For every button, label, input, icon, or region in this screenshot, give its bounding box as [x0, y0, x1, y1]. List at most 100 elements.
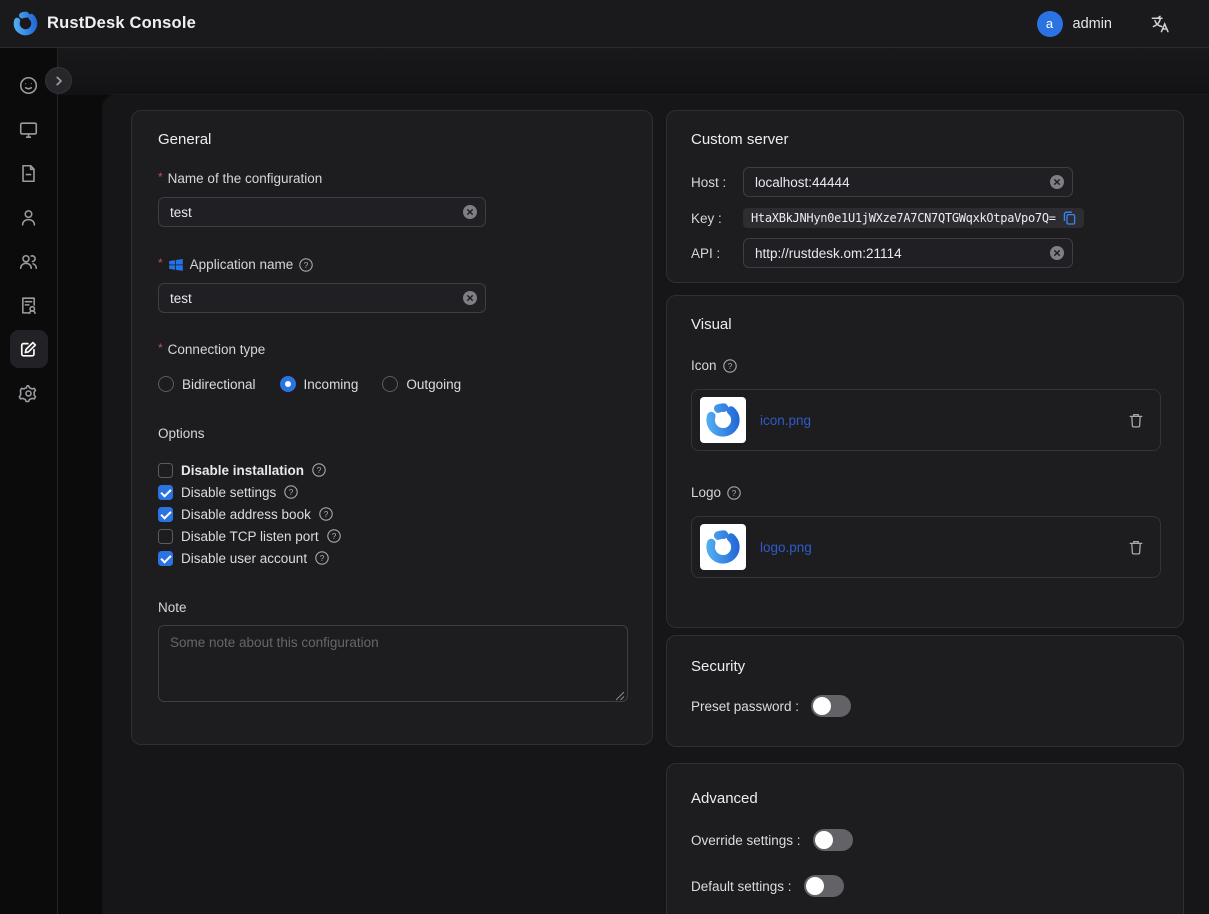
- svg-text:?: ?: [727, 361, 732, 371]
- option-disable-installation[interactable]: Disable installation ?: [158, 459, 626, 481]
- key-label: Key :: [691, 211, 743, 226]
- radio-circle[interactable]: [382, 376, 398, 392]
- option-disable-tcp-listen-port[interactable]: Disable TCP listen port ?: [158, 525, 626, 547]
- radio-circle-checked[interactable]: [280, 376, 296, 392]
- default-settings-toggle[interactable]: [804, 875, 844, 897]
- visual-card: Visual Icon ? icon.png: [666, 295, 1184, 628]
- server-key-value: HtaXBkJNHyn0e1U1jWXze7A7CN7QTGWqxkOtpaVp…: [751, 211, 1056, 225]
- checkbox-unchecked[interactable]: [158, 463, 173, 478]
- option-disable-user-account[interactable]: Disable user account ?: [158, 547, 626, 569]
- sidebar-item-devices[interactable]: [10, 110, 48, 148]
- copy-icon[interactable]: [1063, 211, 1076, 225]
- language-button[interactable]: [1150, 13, 1171, 34]
- default-settings-row: Default settings :: [691, 875, 1159, 897]
- clear-input-icon[interactable]: [463, 291, 477, 305]
- svg-text:?: ?: [289, 487, 294, 497]
- svg-text:?: ?: [320, 553, 325, 563]
- sidebar-item-documents[interactable]: [10, 154, 48, 192]
- user-icon: [18, 207, 39, 228]
- trash-icon: [1128, 539, 1144, 556]
- windows-icon: [168, 257, 184, 273]
- icon-file-row: icon.png: [691, 389, 1161, 451]
- edit-square-icon: [18, 339, 39, 360]
- avatar[interactable]: a: [1037, 11, 1063, 37]
- clear-input-icon[interactable]: [1050, 175, 1064, 189]
- required-mark: *: [158, 254, 163, 272]
- delete-icon-button[interactable]: [1128, 412, 1144, 429]
- radio-outgoing[interactable]: Outgoing: [382, 376, 461, 392]
- help-icon[interactable]: ?: [727, 486, 741, 500]
- host-label: Host :: [691, 175, 743, 190]
- override-settings-toggle[interactable]: [813, 829, 853, 851]
- checkbox-checked[interactable]: [158, 551, 173, 566]
- svg-text:?: ?: [323, 509, 328, 519]
- logo-label: Logo ?: [691, 484, 1159, 502]
- chevron-right-icon: [53, 75, 65, 87]
- radio-bidirectional[interactable]: Bidirectional: [158, 376, 256, 392]
- server-key-box: HtaXBkJNHyn0e1U1jWXze7A7CN7QTGWqxkOtpaVp…: [743, 208, 1084, 228]
- required-mark: *: [158, 168, 163, 186]
- translate-icon: [1150, 13, 1171, 34]
- rustdesk-logo-icon: [704, 401, 742, 439]
- logo-file-link[interactable]: logo.png: [760, 540, 812, 555]
- advanced-card: Advanced Override settings : Default set…: [666, 763, 1184, 914]
- brand: RustDesk Console: [12, 10, 196, 37]
- config-name-input[interactable]: [158, 197, 486, 227]
- help-icon[interactable]: ?: [723, 359, 737, 373]
- connection-type-radios: Bidirectional Incoming Outgoing: [158, 376, 626, 392]
- default-settings-label: Default settings :: [691, 879, 792, 894]
- help-icon[interactable]: ?: [319, 507, 333, 521]
- security-title: Security: [691, 657, 1159, 677]
- help-icon[interactable]: ?: [299, 258, 313, 272]
- option-disable-address-book[interactable]: Disable address book ?: [158, 503, 626, 525]
- help-icon[interactable]: ?: [315, 551, 329, 565]
- option-disable-settings[interactable]: Disable settings ?: [158, 481, 626, 503]
- users-group-icon: [18, 251, 39, 272]
- api-input[interactable]: [743, 238, 1073, 268]
- icon-file-link[interactable]: icon.png: [760, 413, 811, 428]
- top-band: [58, 48, 1209, 95]
- help-icon[interactable]: ?: [284, 485, 298, 499]
- checkbox-unchecked[interactable]: [158, 529, 173, 544]
- radio-incoming[interactable]: Incoming: [280, 376, 359, 392]
- override-settings-label: Override settings :: [691, 833, 801, 848]
- user-name: admin: [1073, 16, 1113, 32]
- name-field-label: * Name of the configuration: [158, 170, 626, 188]
- clear-input-icon[interactable]: [463, 205, 477, 219]
- host-input[interactable]: [743, 167, 1073, 197]
- security-card: Security Preset password :: [666, 635, 1184, 747]
- advanced-title: Advanced: [691, 789, 1159, 809]
- sidebar-item-status[interactable]: [10, 66, 48, 104]
- svg-text:?: ?: [304, 260, 309, 270]
- sidebar-item-users[interactable]: [10, 198, 48, 236]
- delete-logo-button[interactable]: [1128, 539, 1144, 556]
- visual-title: Visual: [691, 315, 1159, 335]
- sidebar-item-console-editor[interactable]: [10, 330, 48, 368]
- user-menu[interactable]: a admin: [1037, 11, 1113, 37]
- logo-file-row: logo.png: [691, 516, 1161, 578]
- sidebar-item-audit[interactable]: [10, 286, 48, 324]
- clear-input-icon[interactable]: [1050, 246, 1064, 260]
- note-textarea[interactable]: [158, 625, 628, 702]
- radio-circle[interactable]: [158, 376, 174, 392]
- application-name-input[interactable]: [158, 283, 486, 313]
- monitor-icon: [18, 119, 39, 140]
- sidebar-item-settings[interactable]: [10, 374, 48, 412]
- api-label: API :: [691, 246, 743, 261]
- sidebar-expand-button[interactable]: [45, 67, 72, 94]
- svg-text:?: ?: [732, 488, 737, 498]
- options-label: Options: [158, 425, 626, 443]
- document-icon: [18, 163, 39, 184]
- sidebar-item-groups[interactable]: [10, 242, 48, 280]
- checkbox-checked[interactable]: [158, 507, 173, 522]
- connection-type-label: * Connection type: [158, 341, 626, 359]
- sidebar: [0, 48, 58, 914]
- help-icon[interactable]: ?: [312, 463, 326, 477]
- rustdesk-logo-icon: [12, 10, 39, 37]
- main-panel: General * Name of the configuration *: [103, 95, 1209, 914]
- checkbox-checked[interactable]: [158, 485, 173, 500]
- icon-thumbnail: [700, 397, 746, 443]
- preset-password-toggle[interactable]: [811, 695, 851, 717]
- help-icon[interactable]: ?: [327, 529, 341, 543]
- audit-log-icon: [18, 295, 39, 316]
